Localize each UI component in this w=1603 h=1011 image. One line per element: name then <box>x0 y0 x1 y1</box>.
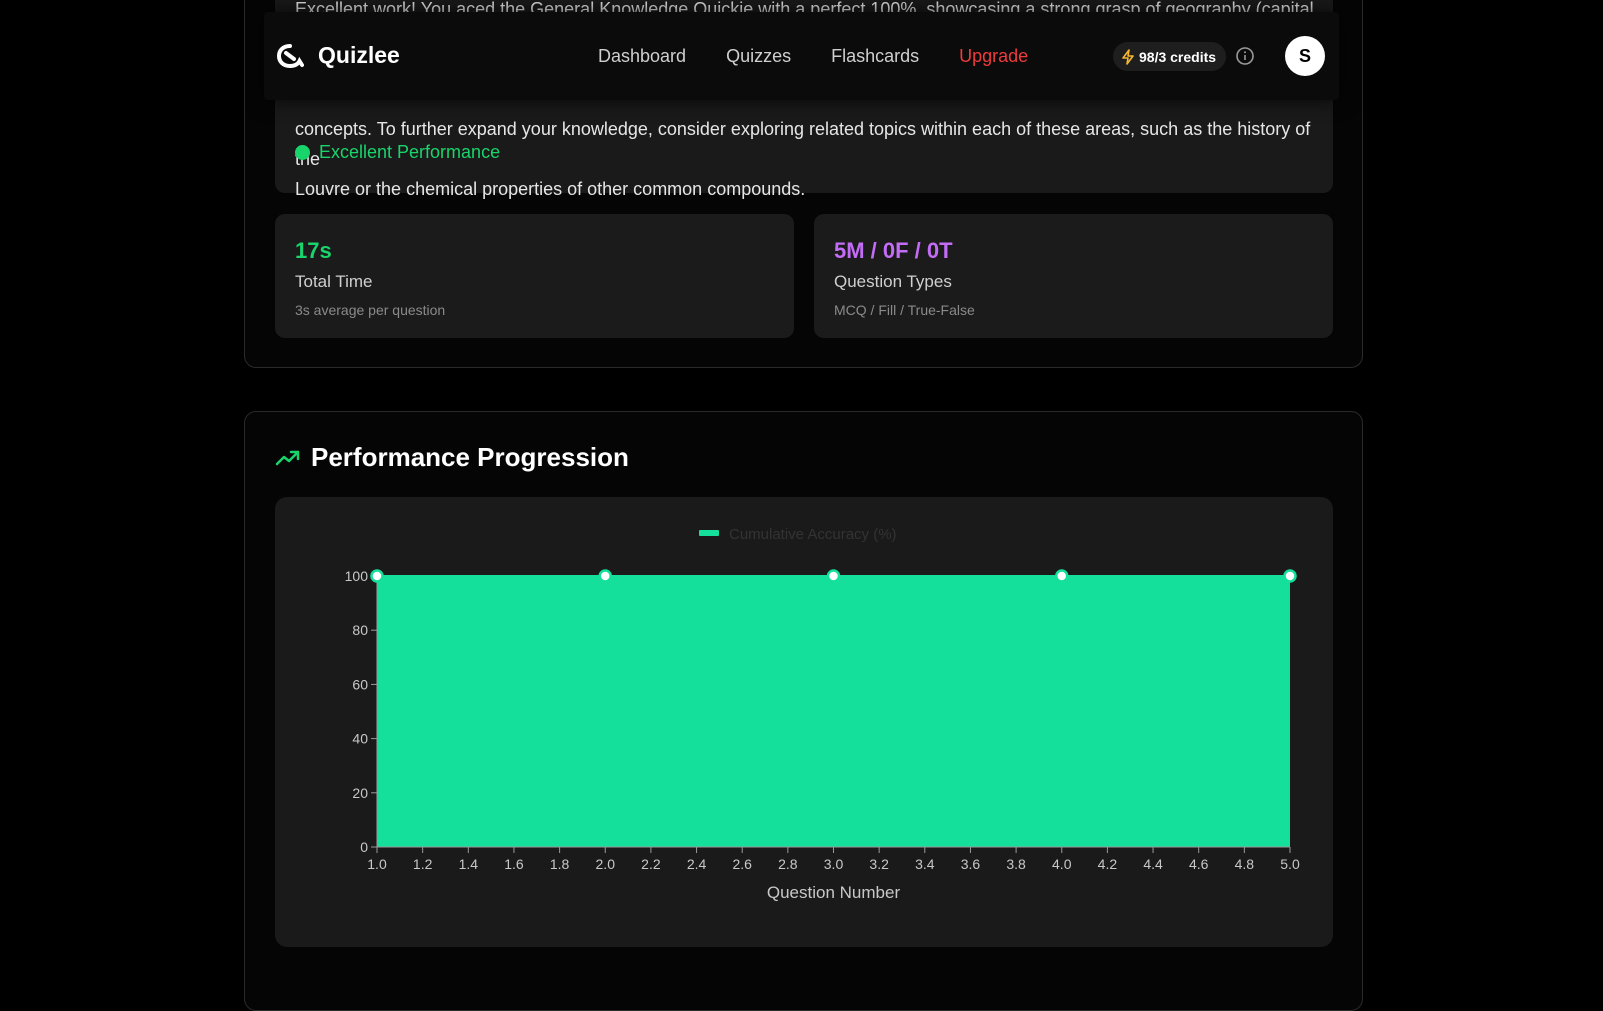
y-tick-label: 100 <box>345 568 369 584</box>
stat-value: 17s <box>295 238 332 263</box>
lightning-icon <box>1122 48 1134 65</box>
section-header: Performance Progression <box>275 442 629 473</box>
x-tick-label: 1.2 <box>413 856 433 872</box>
x-tick-label: 4.6 <box>1189 856 1209 872</box>
x-tick-label: 2.0 <box>596 856 616 872</box>
performance-badge: Excellent Performance <box>295 142 500 163</box>
x-tick-label: 2.8 <box>778 856 798 872</box>
x-tick-label: 1.4 <box>459 856 479 872</box>
x-tick-label: 3.0 <box>824 856 844 872</box>
stat-card-question-types: 5M / 0F / 0T Question Types MCQ / Fill /… <box>814 214 1333 338</box>
nav-link-flashcards[interactable]: Flashcards <box>831 46 919 67</box>
x-tick-label: 1.8 <box>550 856 570 872</box>
stat-card-total-time: 17s Total Time 3s average per question <box>275 214 794 338</box>
brand-name: Quizlee <box>318 42 400 68</box>
x-tick-label: 5.0 <box>1280 856 1300 872</box>
info-icon[interactable] <box>1235 46 1255 66</box>
data-point <box>598 569 612 583</box>
x-tick-label: 3.4 <box>915 856 935 872</box>
data-point <box>1283 569 1297 583</box>
data-point <box>370 569 384 583</box>
x-tick-label: 2.2 <box>641 856 661 872</box>
nav-link-quizzes[interactable]: Quizzes <box>726 46 791 67</box>
legend-label: Cumulative Accuracy (%) <box>729 526 897 543</box>
y-tick-label: 40 <box>352 731 368 747</box>
data-point <box>1055 569 1069 583</box>
y-tick-label: 0 <box>360 839 368 855</box>
nav-links: Dashboard Quizzes Flashcards Upgrade <box>598 46 1028 67</box>
credits-label: 98/3 credits <box>1139 48 1217 65</box>
x-tick-label: 3.6 <box>961 856 981 872</box>
data-point <box>826 569 841 583</box>
quizlee-logo-icon <box>276 43 304 68</box>
brand-logo[interactable]: Quizlee <box>276 42 400 69</box>
top-navbar: Quizlee Dashboard Quizzes Flashcards Upg… <box>264 12 1339 100</box>
x-tick-label: 2.6 <box>732 856 752 872</box>
stat-title: Total Time <box>295 272 373 291</box>
x-tick-label: 1.6 <box>504 856 524 872</box>
stat-value: 5M / 0F / 0T <box>834 238 953 263</box>
legend-swatch <box>699 530 719 536</box>
y-tick-label: 20 <box>352 785 368 801</box>
x-tick-label: 3.2 <box>869 856 889 872</box>
x-tick-label: 3.8 <box>1006 856 1026 872</box>
x-tick-label: 2.4 <box>687 856 707 872</box>
x-axis-label: Question Number <box>767 883 901 902</box>
x-tick-label: 4.8 <box>1235 856 1255 872</box>
credits-badge[interactable]: 98/3 credits <box>1113 42 1227 71</box>
x-tick-label: 4.0 <box>1052 856 1072 872</box>
performance-label: Excellent Performance <box>319 142 501 162</box>
user-avatar[interactable]: S <box>1285 36 1325 76</box>
y-tick-label: 80 <box>352 622 368 638</box>
trending-up-icon <box>275 450 300 465</box>
x-tick-label: 4.4 <box>1143 856 1163 872</box>
stat-subtitle: 3s average per question <box>295 302 446 318</box>
performance-dot <box>295 145 310 160</box>
x-tick-label: 1.0 <box>367 856 387 872</box>
x-tick-label: 4.2 <box>1098 856 1118 872</box>
stat-title: Question Types <box>834 272 952 291</box>
area-fill <box>377 576 1290 847</box>
section-title: Performance Progression <box>311 442 629 472</box>
y-tick-label: 60 <box>352 676 368 692</box>
nav-link-dashboard[interactable]: Dashboard <box>598 46 686 67</box>
stat-subtitle: MCQ / Fill / True-False <box>834 302 975 318</box>
nav-link-upgrade[interactable]: Upgrade <box>959 46 1028 67</box>
performance-chart: 0 20 40 60 80 100 1.0 1.2 1.4 1.6 1.8 2.0 2.2 2.4 2.6 2… <box>345 526 1300 902</box>
chart-container: 0 20 40 60 80 100 1.0 1.2 1.4 1.6 1.8 2.0 2.2 2.4 2.6 2… <box>275 497 1333 947</box>
feedback-line: Louvre or the chemical properties of oth… <box>295 179 806 199</box>
